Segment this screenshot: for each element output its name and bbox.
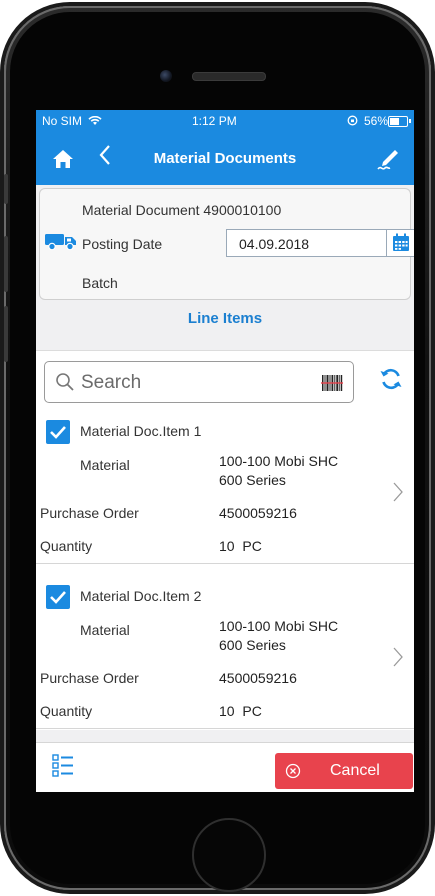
calendar-icon[interactable] (386, 230, 414, 256)
status-time: 1:12 PM (192, 114, 237, 128)
signature-edit-icon[interactable] (376, 148, 400, 172)
posting-date-label: Posting Date (82, 236, 163, 252)
mute-switch (4, 174, 8, 204)
front-camera (160, 70, 172, 82)
app-screen: No SIM 1:12 PM 56% Material Documents Ma… (36, 110, 414, 792)
truck-icon (45, 234, 76, 251)
app-header: No SIM 1:12 PM 56% Material Documents (36, 110, 414, 185)
posting-date-value: 04.09.2018 (239, 236, 310, 252)
footer-toolbar: Cancel (36, 743, 414, 792)
batch-label: Batch (82, 275, 118, 291)
document-card: Material Document 4900010100 Posting Dat… (39, 188, 414, 300)
material-value-line2: 600 Series (219, 472, 286, 488)
carrier-status: No SIM (42, 114, 102, 128)
material-value-line1: 100-100 Mobi SHC (219, 453, 339, 469)
quantity-value: 10 PC (219, 703, 262, 719)
purchase-order-label: Purchase Order (40, 505, 139, 521)
item-title: Material Doc.Item 1 (80, 423, 202, 439)
home-button[interactable] (192, 818, 266, 892)
search-icon (56, 373, 74, 391)
item-checkbox[interactable] (46, 585, 70, 609)
material-document-number: Material Document 4900010100 (82, 202, 282, 218)
close-circle-icon (285, 763, 301, 779)
earpiece-speaker (192, 72, 266, 81)
quantity-label: Quantity (40, 538, 93, 554)
page-title: Material Documents (153, 150, 297, 167)
document-header-panel: Material Document 4900010100 Posting Dat… (36, 185, 414, 351)
wifi-icon (88, 115, 102, 125)
footer-separator (36, 730, 414, 743)
item-title: Material Doc.Item 2 (80, 588, 202, 604)
search-input[interactable] (79, 368, 303, 398)
chevron-right-icon[interactable] (392, 481, 404, 503)
material-value: 100-100 Mobi SHC 600 Series (219, 617, 338, 655)
volume-up-button (4, 236, 8, 292)
battery-icon (388, 116, 408, 127)
purchase-order-value: 4500059216 (219, 670, 297, 686)
line-items-heading: Line Items (187, 310, 263, 327)
quantity-label: Quantity (40, 703, 93, 719)
search-field[interactable] (44, 361, 354, 403)
material-value-line2: 600 Series (219, 637, 286, 653)
purchase-order-value: 4500059216 (219, 505, 297, 521)
volume-down-button (4, 306, 8, 362)
nav-bar: Material Documents (36, 138, 414, 182)
material-value: 100-100 Mobi SHC 600 Series (219, 452, 338, 490)
barcode-scanner-icon[interactable] (321, 373, 343, 393)
list-menu-icon[interactable] (52, 753, 74, 779)
orientation-lock-icon (347, 115, 358, 126)
item-checkbox[interactable] (46, 420, 70, 444)
posting-date-field[interactable]: 04.09.2018 (226, 229, 414, 257)
purchase-order-label: Purchase Order (40, 670, 139, 686)
status-bar: No SIM 1:12 PM 56% (36, 110, 414, 132)
cancel-button[interactable]: Cancel (275, 753, 413, 789)
chevron-right-icon[interactable] (392, 646, 404, 668)
material-label: Material (80, 457, 130, 473)
carrier-label: No SIM (42, 114, 83, 128)
battery-status: 56% (347, 114, 388, 128)
checkmark-icon (50, 591, 66, 604)
refresh-icon[interactable] (378, 366, 404, 392)
list-item[interactable]: Material Doc.Item 1 Material 100-100 Mob… (36, 411, 414, 564)
quantity-value: 10 PC (219, 538, 262, 554)
material-value-line1: 100-100 Mobi SHC (219, 618, 339, 634)
checkmark-icon (50, 426, 66, 439)
list-item[interactable]: Material Doc.Item 2 Material 100-100 Mob… (36, 576, 414, 729)
battery-percent: 56% (363, 114, 388, 128)
cancel-label: Cancel (330, 762, 380, 779)
battery-tip (409, 119, 411, 123)
material-label: Material (80, 622, 130, 638)
